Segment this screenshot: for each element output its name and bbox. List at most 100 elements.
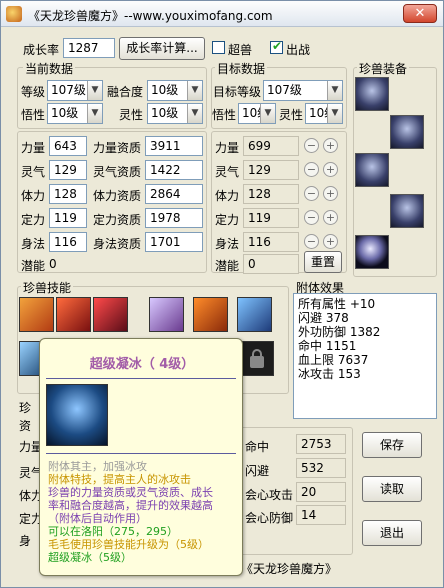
minus-button[interactable]: − bbox=[304, 210, 319, 225]
fight-checkbox[interactable] bbox=[270, 39, 283, 54]
tooltip-title: 超级凝冰（ 4级） bbox=[89, 357, 195, 372]
growth-calc-button[interactable]: 成长率计算... bbox=[119, 37, 205, 60]
minus-button[interactable]: − bbox=[304, 234, 319, 249]
skill-slot[interactable] bbox=[19, 297, 54, 332]
bottom-label: 身 bbox=[19, 534, 32, 548]
attr-label: 力量 bbox=[21, 141, 46, 155]
level-select[interactable]: 107级 ▼ bbox=[47, 80, 103, 101]
level-label: 等级 bbox=[21, 85, 46, 99]
plus-button[interactable]: + bbox=[323, 162, 338, 177]
apt-value[interactable]: 3911 bbox=[145, 136, 203, 156]
skill-slot[interactable] bbox=[149, 297, 184, 332]
target-attr-label: 定力 bbox=[215, 213, 240, 227]
apt-label: 灵气资质 bbox=[93, 165, 142, 179]
target-attr-label: 体力 bbox=[215, 189, 240, 203]
attach-list[interactable]: 所有属性 +10 闪避 378 外功防御 1382 命中 1151 血上限 76… bbox=[293, 293, 437, 419]
apt-value[interactable]: 1978 bbox=[145, 208, 203, 228]
close-button[interactable]: ✕ bbox=[403, 4, 437, 23]
titlebar: 《天龙珍兽魔方》--www.youximofang.com ✕ bbox=[1, 1, 443, 27]
attach-item: 所有属性 +10 bbox=[298, 297, 376, 311]
skill-slot[interactable] bbox=[56, 297, 91, 332]
current-data-title: 当前数据 bbox=[23, 60, 76, 77]
lingxing-label: 灵性 bbox=[119, 108, 144, 122]
apt-value[interactable]: 2864 bbox=[145, 184, 203, 204]
chevron-down-icon: ▼ bbox=[187, 104, 202, 123]
apt-label: 定力资质 bbox=[93, 213, 142, 227]
attach-item: 闪避 378 bbox=[298, 311, 349, 325]
bottom-label: 珍 bbox=[19, 401, 32, 415]
skill-slot[interactable] bbox=[193, 297, 228, 332]
target-wuxing-select[interactable]: 10级 ▼ bbox=[238, 103, 276, 124]
skills-title: 珍兽技能 bbox=[21, 279, 74, 296]
tooltip-line: 附体特技，提高主人的冰攻击 bbox=[48, 473, 191, 486]
target-lingxing-select[interactable]: 10级 ▼ bbox=[305, 103, 343, 124]
attr-value[interactable]: 116 bbox=[49, 232, 87, 252]
lingxing-select-value: 10级 bbox=[151, 106, 179, 120]
skill-slot[interactable] bbox=[93, 297, 128, 332]
target-wuxing-label: 悟性 bbox=[212, 108, 237, 122]
growth-input[interactable]: 1287 bbox=[63, 38, 115, 58]
attr-value[interactable]: 119 bbox=[49, 208, 87, 228]
level-select-value: 107级 bbox=[51, 83, 86, 97]
tooltip-line: 率和融合度越高，提升的效果越高 bbox=[48, 499, 213, 512]
main-window: 《天龙珍兽魔方》--www.youximofang.com ✕ 成长率 1287… bbox=[0, 0, 444, 588]
target-attr-label: 灵气 bbox=[215, 165, 240, 179]
lingxing-select[interactable]: 10级 ▼ bbox=[147, 103, 203, 124]
apt-value[interactable]: 1701 bbox=[145, 232, 203, 252]
chevron-down-icon: ▼ bbox=[87, 104, 102, 123]
hit-label: 命中 bbox=[245, 440, 270, 454]
save-button[interactable]: 保存 bbox=[362, 432, 422, 458]
attr-value[interactable]: 128 bbox=[49, 184, 87, 204]
apt-label: 力量资质 bbox=[93, 141, 142, 155]
minus-button[interactable]: − bbox=[304, 162, 319, 177]
app-icon bbox=[6, 6, 22, 22]
reset-button[interactable]: 重置 bbox=[304, 251, 342, 273]
target-potential-value: 0 bbox=[243, 254, 299, 274]
tooltip-line: 可以在洛阳 bbox=[48, 525, 103, 538]
critdef-label: 会心防御 bbox=[245, 511, 294, 525]
equip-slot-orb[interactable] bbox=[355, 235, 389, 269]
wuxing-select-value: 10级 bbox=[51, 106, 79, 120]
tooltip-line: 超级凝冰（5级） bbox=[48, 551, 132, 564]
chevron-down-icon: ▼ bbox=[187, 81, 202, 100]
equip-slot-bracer[interactable] bbox=[390, 194, 424, 228]
tooltip-location: 可以在洛阳（275，295） bbox=[48, 525, 238, 538]
tooltip-coord: （275，295） bbox=[103, 525, 178, 538]
plus-button[interactable]: + bbox=[323, 210, 338, 225]
equip-slot-claw[interactable] bbox=[355, 77, 389, 111]
attr-value[interactable]: 643 bbox=[49, 136, 87, 156]
attr-label: 体力 bbox=[21, 189, 46, 203]
target-level-label: 目标等级 bbox=[213, 85, 262, 99]
wuxing-label: 悟性 bbox=[21, 108, 46, 122]
plus-button[interactable]: + bbox=[323, 138, 338, 153]
target-level-select[interactable]: 107级 ▼ bbox=[263, 80, 343, 101]
exit-button[interactable]: 退出 bbox=[362, 520, 422, 546]
lock-shackle bbox=[252, 349, 262, 358]
apt-value[interactable]: 1422 bbox=[145, 160, 203, 180]
wuxing-select[interactable]: 10级 ▼ bbox=[47, 103, 103, 124]
status-text: 《天龙珍兽魔方》 bbox=[241, 562, 338, 576]
dodge-label: 闪避 bbox=[245, 464, 270, 478]
minus-button[interactable]: − bbox=[304, 186, 319, 201]
plus-button[interactable]: + bbox=[323, 186, 338, 201]
target-lingxing-label: 灵性 bbox=[279, 108, 304, 122]
target-potential-label: 潜能 bbox=[215, 259, 240, 273]
load-button[interactable]: 读取 bbox=[362, 476, 422, 502]
tooltip-book: （5级） bbox=[169, 538, 209, 551]
minus-button[interactable]: − bbox=[304, 138, 319, 153]
fusion-select[interactable]: 10级 ▼ bbox=[147, 80, 203, 101]
equip-slot-helm[interactable] bbox=[355, 153, 389, 187]
tooltip-divider bbox=[46, 453, 236, 454]
fight-label: 出战 bbox=[286, 43, 311, 57]
skill-slot[interactable] bbox=[237, 297, 272, 332]
plus-button[interactable]: + bbox=[323, 234, 338, 249]
skill-tooltip: 超级凝冰（ 4级） 附体其主，加强冰攻 附体特技，提高主人的冰攻击 珍兽的力量资… bbox=[39, 338, 243, 576]
attach-item: 血上限 7637 bbox=[298, 353, 369, 367]
potential-value: 0 bbox=[49, 257, 57, 271]
equip-slot-armor[interactable] bbox=[390, 115, 424, 149]
target-attr-label: 身法 bbox=[215, 237, 240, 251]
attr-value[interactable]: 129 bbox=[49, 160, 87, 180]
target-attr-value: 129 bbox=[243, 160, 299, 180]
super-checkbox[interactable] bbox=[212, 41, 225, 54]
attach-item: 外功防御 1382 bbox=[298, 325, 381, 339]
